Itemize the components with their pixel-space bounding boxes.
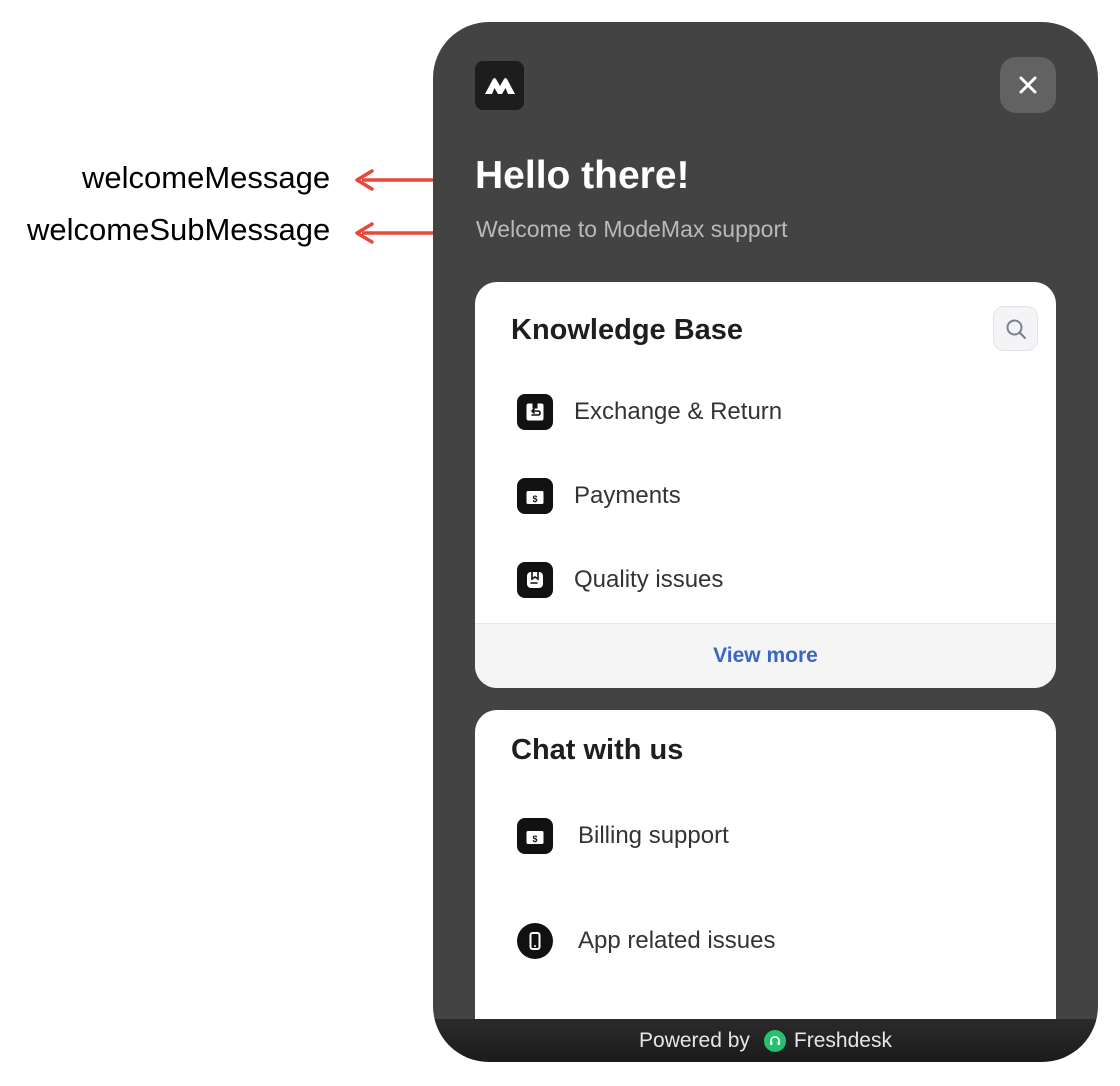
freshdesk-icon xyxy=(763,1029,786,1052)
annotation-welcome-label: welcomeMessage xyxy=(82,160,331,195)
kb-item-exchange-return[interactable]: Exchange & Return xyxy=(517,394,782,430)
chat-item-billing-support[interactable]: $ Billing support xyxy=(517,818,729,854)
kb-item-quality-issues[interactable]: Quality issues xyxy=(517,562,723,598)
chat-item-label: Billing support xyxy=(578,822,729,849)
search-icon xyxy=(1006,319,1026,339)
svg-text:$: $ xyxy=(532,834,537,844)
annotation-welcome-message: welcomeMessage xyxy=(82,160,330,196)
close-icon xyxy=(1019,76,1037,94)
svg-text:$: $ xyxy=(532,494,537,504)
powered-by-text: Powered by xyxy=(639,1028,750,1052)
close-button[interactable] xyxy=(1000,57,1056,113)
kb-search-button[interactable] xyxy=(993,306,1038,351)
kb-item-label: Exchange & Return xyxy=(574,398,783,425)
kb-item-payments[interactable]: $ Payments xyxy=(517,478,681,514)
quality-tag-icon xyxy=(517,562,553,598)
return-box-icon xyxy=(517,394,553,430)
payment-icon: $ xyxy=(517,478,553,514)
chat-item-label: App related issues xyxy=(578,927,776,954)
billing-icon: $ xyxy=(517,818,553,854)
welcome-sub-message: Welcome to ModeMax support xyxy=(476,216,788,242)
support-widget: Hello there! Welcome to ModeMax support … xyxy=(433,22,1098,1062)
annotation-welcome-sub-message: welcomeSubMessage xyxy=(27,212,330,248)
phone-icon xyxy=(517,923,553,959)
chat-item-app-related-issues[interactable]: App related issues xyxy=(517,923,775,959)
annotation-sub-label: welcomeSubMessage xyxy=(27,212,331,247)
view-more-link[interactable]: View more xyxy=(475,623,1056,688)
welcome-message: Hello there! xyxy=(475,154,690,197)
knowledge-base-title: Knowledge Base xyxy=(511,314,744,346)
chat-with-us-title: Chat with us xyxy=(511,734,684,766)
powered-by-footer: Powered by Freshdesk xyxy=(433,1019,1098,1062)
kb-item-label: Payments xyxy=(574,482,681,509)
chat-with-us-card: Chat with us $ Billing support App relat… xyxy=(475,710,1056,1062)
modemax-logo xyxy=(475,61,524,110)
freshdesk-brand[interactable]: Freshdesk xyxy=(794,1029,892,1053)
knowledge-base-card: Knowledge Base Exchange & Return $ Payme… xyxy=(475,282,1056,688)
kb-item-label: Quality issues xyxy=(574,566,724,593)
